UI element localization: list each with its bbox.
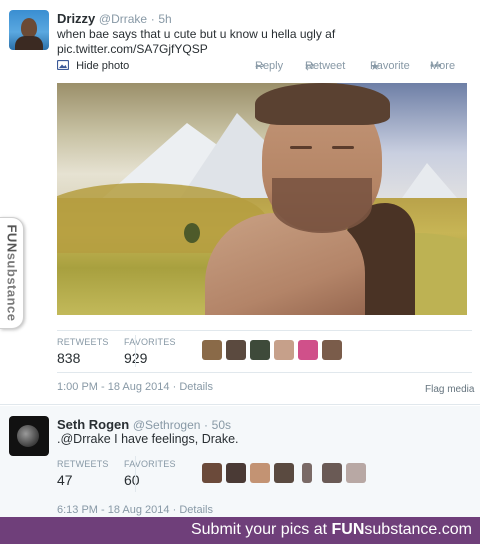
star-icon: ★: [370, 61, 380, 73]
user-handle[interactable]: @Drrake: [99, 12, 147, 26]
details-link[interactable]: Details: [179, 381, 213, 393]
favorite-button[interactable]: ★ Favorite: [370, 60, 410, 73]
tweet-time[interactable]: 5h: [158, 12, 171, 26]
tweet-body: .@Drrake I have feelings, Drake.: [57, 432, 239, 446]
user-handle[interactable]: @Sethrogen: [133, 418, 201, 432]
divider: [57, 372, 472, 373]
more-button[interactable]: ••• More: [430, 60, 455, 72]
favoriter-avatar[interactable]: [250, 463, 270, 483]
retweets-stat[interactable]: RETWEETS 838: [57, 337, 109, 366]
tweet-body: when bae says that u cute but u know u h…: [57, 27, 336, 41]
avatar-head: [21, 18, 37, 38]
favoriter-avatar[interactable]: [322, 340, 342, 360]
hide-photo-button[interactable]: Hide photo: [56, 59, 130, 72]
tweet-text: when bae says that u cute but u know u h…: [57, 27, 335, 57]
tweet-actions: Hide photo ↩ Reply ⇄ Retweet ★ Favorite …: [56, 59, 472, 76]
retweet-button[interactable]: ⇄ Retweet: [305, 60, 345, 73]
footer-prompt: Submit your pics at: [190, 521, 328, 538]
favoriter-avatar[interactable]: [250, 340, 270, 360]
footer-brand-rest: substance.com: [364, 521, 472, 538]
favorites-count: 929: [124, 350, 176, 366]
retweets-count: 838: [57, 350, 81, 366]
tweet-header: Seth Rogen @Sethrogen · 50s: [57, 417, 231, 432]
favoriter-avatar[interactable]: [202, 463, 222, 483]
user-name[interactable]: Drizzy: [57, 11, 95, 26]
photo-person-beard: [272, 178, 372, 233]
retweets-count: 47: [57, 472, 73, 488]
tweet-header: Drizzy @Drrake · 5h: [57, 11, 172, 26]
avatar-image: [17, 425, 39, 447]
favorites-label: FAVORITES: [124, 337, 176, 347]
favoriter-avatar[interactable]: [226, 340, 246, 360]
tweet-timestamp: 6:13 PM - 18 Aug 2014: [57, 504, 170, 516]
favoriter-avatar[interactable]: [322, 463, 342, 483]
tweet-seth-rogen: Seth Rogen @Sethrogen · 50s .@Drrake I h…: [0, 406, 480, 518]
footer-text: Submit your pics at FUNsubstance.com: [191, 521, 472, 539]
tweet-timestamp: 1:00 PM - 18 Aug 2014: [57, 381, 170, 393]
separator-dot: ·: [150, 12, 155, 26]
avatar-drizzy[interactable]: [9, 10, 49, 50]
favoriter-avatar[interactable]: [298, 340, 318, 360]
avatar-seth-rogen[interactable]: [9, 416, 49, 456]
favoriter-avatar[interactable]: [274, 463, 294, 483]
hide-photo-label: Hide photo: [76, 60, 130, 72]
retweets-label: RETWEETS: [57, 459, 109, 469]
divider: [57, 330, 472, 331]
favoriter-avatar[interactable]: [346, 463, 366, 483]
separator-dot: ·: [204, 418, 209, 432]
avatar-body: [15, 36, 43, 50]
flag-media-link[interactable]: Flag media: [425, 384, 474, 395]
details-link[interactable]: Details: [179, 504, 213, 516]
stats-divider: [135, 335, 136, 367]
favoriter-avatar[interactable]: [202, 340, 222, 360]
more-dots-icon: •••: [430, 60, 442, 72]
photo-person-eye: [290, 146, 312, 149]
photo-tree: [184, 223, 200, 243]
retweets-label: RETWEETS: [57, 337, 109, 347]
photo-person-hair: [255, 83, 390, 125]
image-icon: [56, 59, 70, 71]
retweet-icon: ⇄: [305, 61, 315, 73]
favoriter-avatar[interactable]: [226, 463, 246, 483]
user-name[interactable]: Seth Rogen: [57, 417, 129, 432]
tweet-drizzy: Drizzy @Drrake · 5h when bae says that u…: [0, 0, 480, 405]
tweet-meta: 1:00 PM - 18 Aug 2014 · Details: [57, 381, 213, 393]
favorites-stat[interactable]: FAVORITES 60: [124, 459, 176, 488]
tweet-photo[interactable]: [57, 83, 467, 315]
favoriter-avatar[interactable]: [274, 340, 294, 360]
favoriter-avatar[interactable]: [302, 463, 312, 483]
side-tab-label: FUNsubstance: [4, 224, 19, 322]
favorites-count: 60: [124, 472, 140, 488]
retweets-stat[interactable]: RETWEETS 47: [57, 459, 109, 488]
photo-person-eye: [332, 146, 354, 149]
footer-banner: Submit your pics at FUNsubstance.com: [0, 517, 480, 544]
footer-brand-bold: FUN: [331, 521, 365, 538]
tweet-meta: 6:13 PM - 18 Aug 2014 · Details: [57, 504, 213, 516]
favorites-label: FAVORITES: [124, 459, 176, 469]
favorites-stat[interactable]: FAVORITES 929: [124, 337, 176, 366]
funsubstance-side-tab: FUNsubstance: [0, 217, 24, 329]
stats-divider: [135, 456, 136, 492]
tweet-time[interactable]: 50s: [212, 418, 231, 432]
tweet-link[interactable]: pic.twitter.com/SA7GjfYQSP: [57, 42, 335, 57]
reply-button[interactable]: ↩ Reply: [255, 60, 283, 73]
reply-icon: ↩: [255, 61, 265, 73]
